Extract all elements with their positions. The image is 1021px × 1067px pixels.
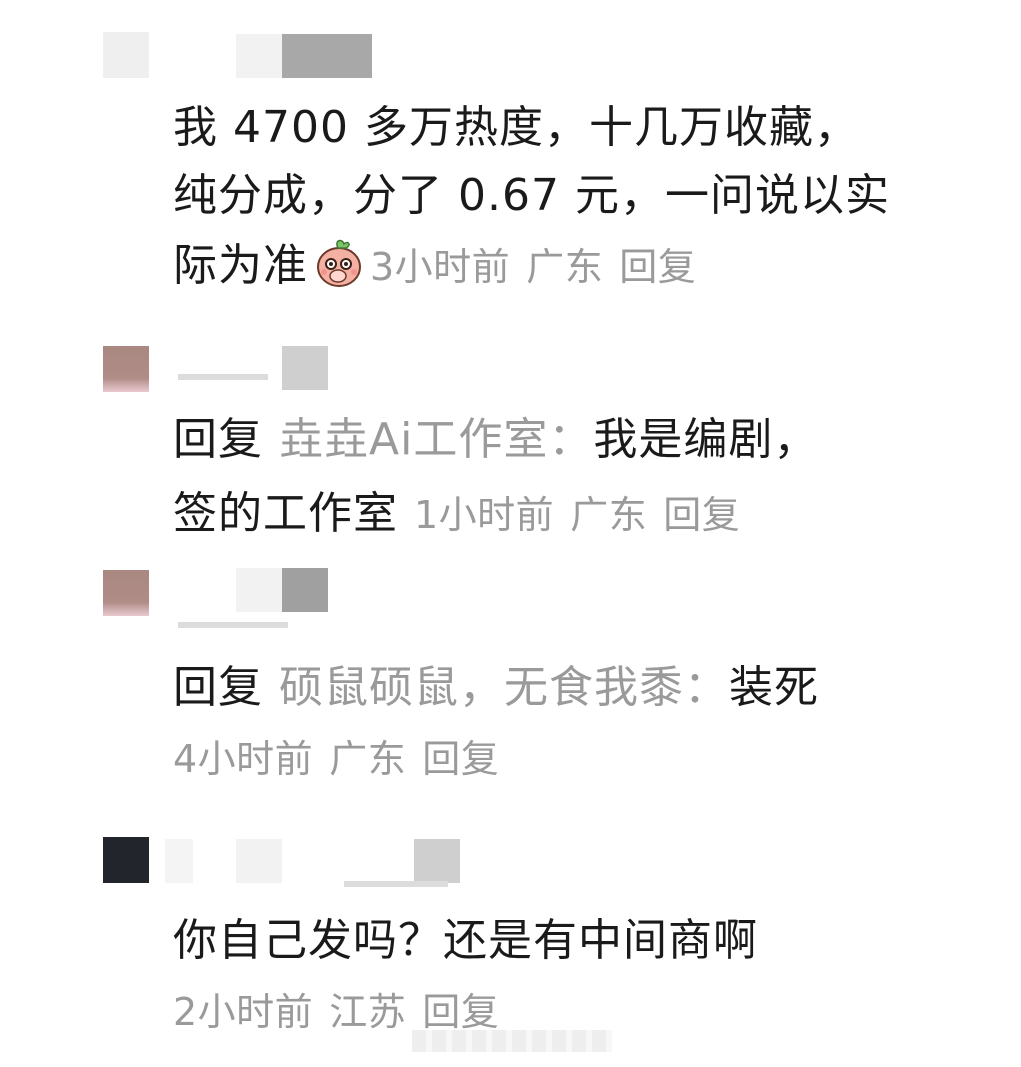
reply-prefix: 回复 (173, 662, 263, 713)
username-redacted (236, 568, 282, 612)
peach-face-emoji-icon (317, 239, 361, 287)
comment-time: 4小时前 (173, 737, 314, 781)
watermark (412, 1030, 612, 1052)
comment-text-and-meta: 际为准 3小时前 广东 回复 (173, 232, 696, 301)
comment-text-and-meta: 签的工作室 1小时前 广东 回复 (173, 480, 740, 549)
reply-prefix: 回复 (173, 414, 263, 465)
comment-location: 广东 (570, 493, 648, 537)
username-redacted (282, 34, 372, 78)
comment-text-line: 我 4700 多万热度，十几万收藏， (173, 102, 859, 153)
username-redacted (414, 839, 460, 883)
reply-text-line: 回复 硕鼠硕鼠，无食我黍：装死 (173, 654, 819, 722)
reply-target-username[interactable]: 硕鼠硕鼠，无食我黍： (279, 662, 729, 713)
comment-meta: 4小时前 广东 回复 (173, 724, 499, 793)
comment-thread: { "comments": [ { "text_line1": "我 4700 … (0, 0, 1021, 1067)
comment-time: 1小时前 (414, 493, 555, 537)
comment-location: 江苏 (329, 990, 407, 1034)
comment-location: 广东 (329, 737, 407, 781)
reply-text-line: 回复 垚垚Ai工作室：我是编剧， (173, 406, 818, 474)
reply-target-username[interactable]: 垚垚Ai工作室： (279, 414, 593, 465)
comment-text-line: 你自己发吗？还是有中间商啊 (173, 915, 758, 966)
comment-text-line: 签的工作室 (173, 488, 398, 539)
comment-text-line: 纯分成，分了 0.67 元，一问说以实 (173, 170, 890, 221)
username-redacted (282, 346, 328, 390)
comment-time: 2小时前 (173, 990, 314, 1034)
reply-button[interactable]: 回复 (422, 737, 499, 781)
reply-button[interactable]: 回复 (619, 245, 696, 289)
reply-button[interactable]: 回复 (422, 990, 499, 1034)
avatar[interactable] (103, 346, 149, 392)
comment-item: 回复 垚垚Ai工作室：我是编剧， 签的工作室 1小时前 广东 回复 (0, 330, 1021, 550)
avatar[interactable] (103, 837, 149, 883)
comment-item: 我 4700 多万热度，十几万收藏， 纯分成，分了 0.67 元，一问说以实 际… (0, 0, 1021, 320)
comment-text-line: 我是编剧， (593, 414, 819, 465)
username-redacted (165, 839, 193, 883)
comment-text-line: 际为准 (173, 240, 308, 291)
comment-item: 回复 硕鼠硕鼠，无食我黍：装死 4小时前 广东 回复 (0, 560, 1021, 800)
username-redacted (282, 568, 328, 612)
comment-time: 3小时前 (370, 245, 511, 289)
username-redacted (178, 622, 288, 628)
username-redacted (344, 881, 448, 887)
comment-location: 广东 (526, 245, 604, 289)
comment-text-line: 装死 (729, 662, 819, 713)
username-redacted (236, 34, 282, 78)
comment-item: 你自己发吗？还是有中间商啊 2小时前 江苏 回复 (0, 825, 1021, 1045)
reply-button[interactable]: 回复 (663, 493, 740, 537)
avatar[interactable] (103, 32, 149, 78)
username-redacted (178, 374, 268, 380)
username-redacted (236, 839, 282, 883)
avatar[interactable] (103, 570, 149, 616)
